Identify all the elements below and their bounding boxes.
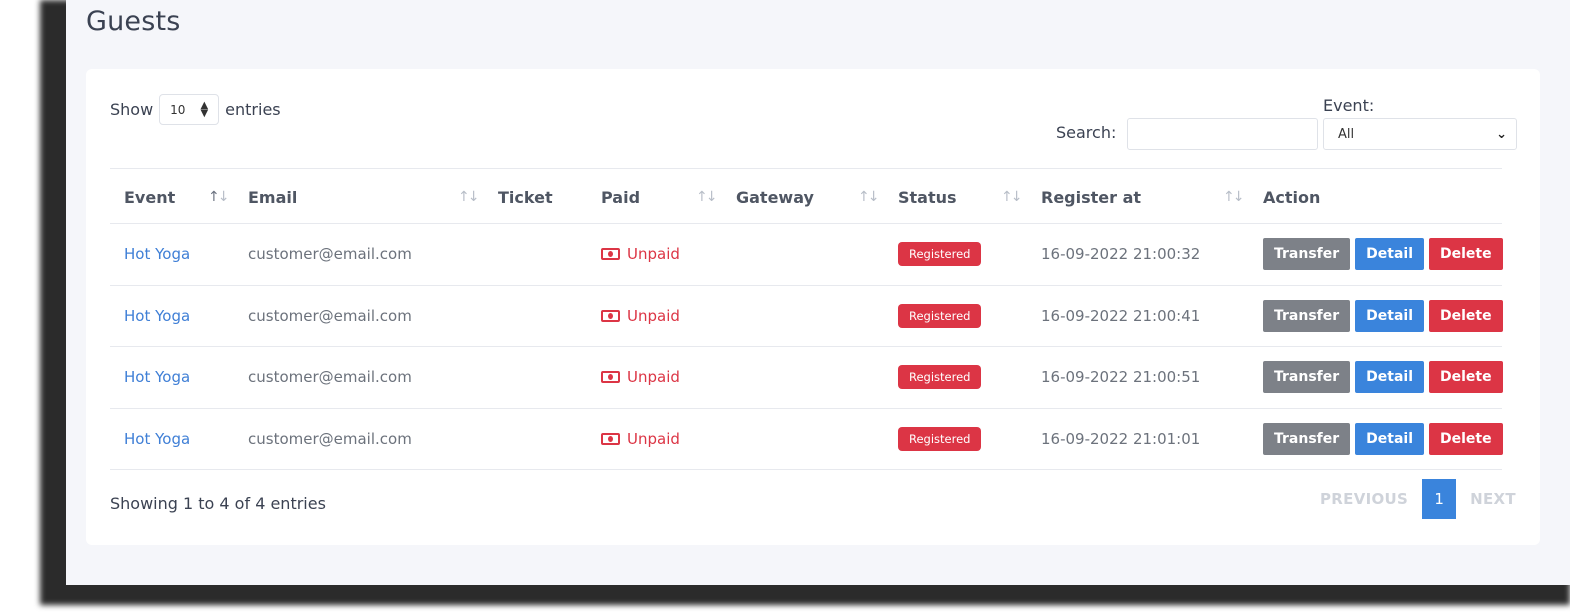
- register-at-cell: 16-09-2022 21:00:32: [1041, 245, 1201, 264]
- money-bill-icon: [601, 248, 620, 261]
- paid-status: Unpaid: [627, 429, 680, 448]
- header-paid[interactable]: Paid: [601, 169, 640, 225]
- delete-button[interactable]: Delete: [1429, 299, 1503, 332]
- table-row: Hot Yoga customer@email.com Unpaid Regis…: [110, 409, 1503, 470]
- event-filter-value: All: [1338, 126, 1355, 142]
- transfer-button[interactable]: Transfer: [1263, 361, 1351, 394]
- delete-button[interactable]: Delete: [1429, 238, 1503, 271]
- paid-cell: Unpaid: [601, 347, 680, 408]
- action-cell: Transfer Detail Delete: [1263, 286, 1503, 347]
- money-bill-icon: [601, 309, 620, 322]
- event-link[interactable]: Hot Yoga: [124, 409, 190, 470]
- header-action: Action: [1263, 187, 1321, 207]
- header-gateway[interactable]: Gateway: [736, 169, 814, 225]
- email-cell: customer@email.com: [248, 306, 412, 325]
- search-label: Search:: [1056, 123, 1117, 142]
- event-filter-select[interactable]: All ⌄: [1323, 118, 1517, 150]
- header-email[interactable]: Email: [248, 169, 297, 225]
- email-cell: customer@email.com: [248, 368, 412, 387]
- sort-arrows-icon: ↑↓: [458, 189, 480, 205]
- delete-button[interactable]: Delete: [1429, 361, 1503, 394]
- register-at-cell: 16-09-2022 21:00:41: [1041, 306, 1201, 325]
- event-link[interactable]: Hot Yoga: [124, 224, 190, 285]
- next-page-button[interactable]: NEXT: [1470, 490, 1516, 508]
- action-cell: Transfer Detail Delete: [1263, 347, 1503, 408]
- register-at-cell: 16-09-2022 21:00:51: [1041, 368, 1201, 387]
- header-ticket: Ticket: [498, 187, 553, 207]
- paid-cell: Unpaid: [601, 224, 680, 285]
- sort-arrows-icon: ↑↓: [1223, 189, 1245, 205]
- table-row: Hot Yoga customer@email.com Unpaid Regis…: [110, 347, 1503, 409]
- sort-arrows-icon: ↑↓: [696, 189, 718, 205]
- transfer-button[interactable]: Transfer: [1263, 299, 1351, 332]
- email-cell: customer@email.com: [248, 245, 412, 264]
- money-bill-icon: [601, 432, 620, 445]
- event-link[interactable]: Hot Yoga: [124, 286, 190, 347]
- table-row: Hot Yoga customer@email.com Unpaid Regis…: [110, 224, 1503, 286]
- detail-button[interactable]: Detail: [1355, 299, 1425, 332]
- chevron-down-icon: ⌄: [1496, 126, 1507, 142]
- search-input[interactable]: [1127, 118, 1318, 150]
- previous-page-button[interactable]: PREVIOUS: [1320, 490, 1408, 508]
- transfer-button[interactable]: Transfer: [1263, 422, 1351, 455]
- header-register-at[interactable]: Register at: [1041, 169, 1141, 225]
- paid-cell: Unpaid: [601, 286, 680, 347]
- paid-cell: Unpaid: [601, 409, 680, 470]
- page-length-control: Show 10 ▲ ▼ entries: [110, 94, 281, 125]
- delete-button[interactable]: Delete: [1429, 422, 1503, 455]
- app-window: Guests Show 10 ▲ ▼ entries Search: Event:…: [66, 0, 1570, 585]
- detail-button[interactable]: Detail: [1355, 238, 1425, 271]
- paid-status: Unpaid: [627, 368, 680, 387]
- sort-arrows-icon: ↑↓: [208, 189, 230, 205]
- status-cell: Registered: [898, 409, 982, 470]
- table-info: Showing 1 to 4 of 4 entries: [110, 494, 326, 513]
- page-1-button[interactable]: 1: [1422, 479, 1457, 519]
- sort-arrows-icon: ↑↓: [1001, 189, 1023, 205]
- page-title: Guests: [86, 6, 181, 37]
- paid-status: Unpaid: [627, 245, 680, 264]
- action-cell: Transfer Detail Delete: [1263, 224, 1503, 285]
- status-badge: Registered: [898, 365, 982, 390]
- header-status[interactable]: Status: [898, 169, 957, 225]
- email-cell: customer@email.com: [248, 429, 412, 448]
- table-header: Event ↑↓ Email ↑↓ Ticket Paid ↑↓ Gateway…: [110, 168, 1502, 224]
- money-bill-icon: [601, 371, 620, 384]
- status-cell: Registered: [898, 286, 982, 347]
- status-cell: Registered: [898, 224, 982, 285]
- guests-table: Event ↑↓ Email ↑↓ Ticket Paid ↑↓ Gateway…: [110, 168, 1503, 470]
- show-label: Show: [110, 100, 154, 119]
- pagination: PREVIOUS 1 NEXT: [1320, 479, 1516, 519]
- guests-card: Show 10 ▲ ▼ entries Search: Event: All ⌄ …: [86, 69, 1540, 545]
- entries-label: entries: [225, 100, 281, 119]
- detail-button[interactable]: Detail: [1355, 361, 1425, 394]
- page-length-value: 10: [170, 102, 186, 117]
- page-length-select[interactable]: 10 ▲ ▼: [159, 94, 220, 125]
- header-event[interactable]: Event: [124, 169, 175, 225]
- status-cell: Registered: [898, 347, 982, 408]
- sort-arrows-icon: ↑↓: [858, 189, 880, 205]
- event-filter-label: Event:: [1323, 96, 1375, 115]
- status-badge: Registered: [898, 426, 982, 451]
- action-cell: Transfer Detail Delete: [1263, 409, 1503, 470]
- transfer-button[interactable]: Transfer: [1263, 238, 1351, 271]
- select-updown-icon: ▲ ▼: [200, 99, 209, 119]
- detail-button[interactable]: Detail: [1355, 422, 1425, 455]
- status-badge: Registered: [898, 303, 982, 328]
- event-link[interactable]: Hot Yoga: [124, 347, 190, 408]
- register-at-cell: 16-09-2022 21:01:01: [1041, 429, 1201, 448]
- status-badge: Registered: [898, 242, 982, 267]
- table-row: Hot Yoga customer@email.com Unpaid Regis…: [110, 286, 1503, 347]
- paid-status: Unpaid: [627, 306, 680, 325]
